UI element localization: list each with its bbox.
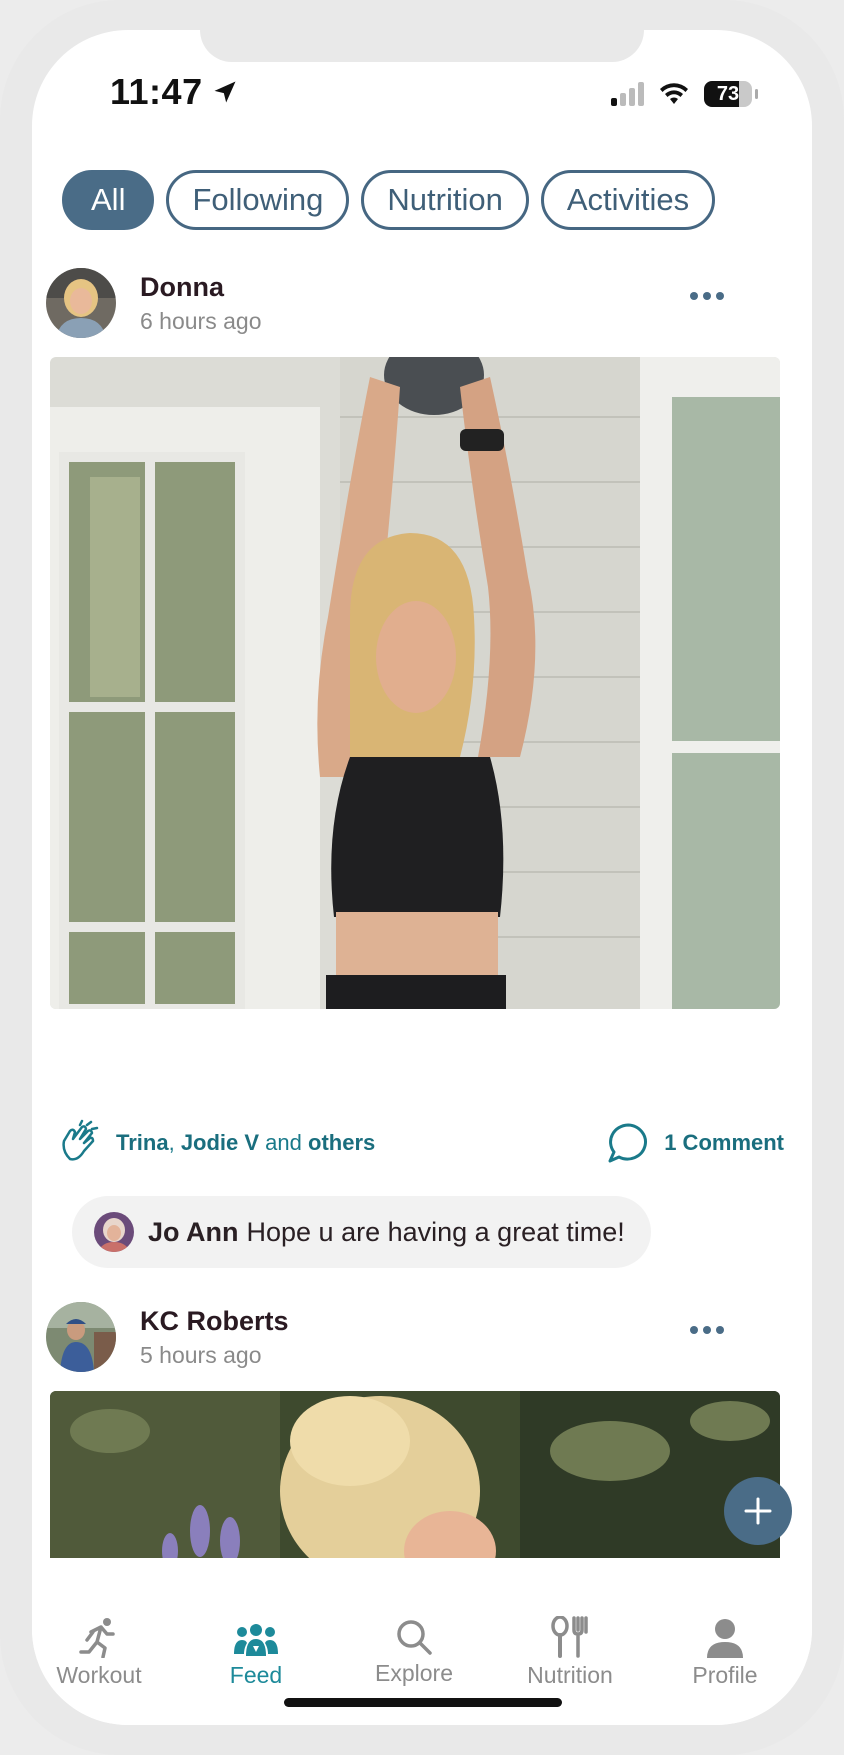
comment-preview[interactable]: Jo Ann Hope u are having a great time! — [72, 1196, 651, 1268]
post-header: Donna 6 hours ago — [46, 268, 806, 344]
tab-label: Feed — [229, 1662, 283, 1688]
filter-chip-following[interactable]: Following — [166, 170, 350, 230]
comment-icon — [608, 1123, 648, 1163]
comment-count-label: 1 Comment — [664, 1130, 784, 1155]
add-post-button[interactable] — [724, 1477, 792, 1545]
avatar[interactable] — [46, 268, 116, 338]
tab-label: Workout — [56, 1662, 142, 1688]
status-time: 11:47 — [110, 70, 239, 114]
wifi-icon — [660, 83, 688, 104]
post-timestamp: 5 hours ago — [140, 1342, 262, 1368]
post-photo[interactable] — [50, 357, 780, 1009]
tab-label: Explore — [375, 1660, 453, 1686]
group-icon — [234, 1624, 278, 1656]
comment-count-button[interactable]: 1 Comment — [606, 1118, 784, 1168]
person-icon — [707, 1619, 743, 1658]
reaction-separator: , — [168, 1130, 181, 1155]
reaction-and: and — [259, 1130, 308, 1155]
more-options-icon[interactable] — [690, 292, 724, 300]
post-photo[interactable] — [50, 1391, 780, 1571]
feed-filter-chips: All Following Nutrition Activities — [62, 170, 716, 230]
reaction-user-2[interactable]: Jodie V — [181, 1130, 259, 1156]
post-author[interactable]: Donna — [140, 272, 224, 303]
plus-icon — [744, 1497, 772, 1525]
running-icon — [79, 1618, 115, 1658]
battery-icon: 73 — [704, 81, 758, 107]
comment-author[interactable]: Jo Ann — [148, 1217, 239, 1248]
more-options-icon[interactable] — [690, 1326, 724, 1334]
comment-text: Hope u are having a great time! — [246, 1216, 625, 1247]
reaction-others-link[interactable]: others — [308, 1130, 375, 1156]
avatar[interactable] — [46, 1302, 116, 1372]
tab-nutrition[interactable]: Nutrition — [500, 1614, 640, 1689]
clapping-hands-icon[interactable] — [56, 1119, 104, 1167]
status-time-text: 11:47 — [110, 71, 203, 112]
home-indicator — [284, 1698, 562, 1707]
tab-label: Profile — [692, 1662, 758, 1688]
avatar — [94, 1212, 134, 1252]
filter-chip-all[interactable]: All — [62, 170, 155, 230]
tab-profile[interactable]: Profile — [655, 1614, 795, 1689]
tab-workout[interactable]: Workout — [32, 1614, 169, 1689]
tab-label: Nutrition — [527, 1662, 613, 1688]
status-icons: 73 — [611, 74, 758, 114]
search-icon — [397, 1620, 432, 1655]
notch — [200, 30, 644, 62]
post-author[interactable]: KC Roberts — [140, 1306, 289, 1337]
app-screen: 11:47 73 All Following Nutrition Activit… — [32, 30, 812, 1725]
filter-chip-nutrition[interactable]: Nutrition — [361, 170, 529, 230]
filter-chip-activities[interactable]: Activities — [540, 170, 716, 230]
location-arrow-icon — [214, 81, 236, 103]
battery-level: 73 — [716, 82, 740, 105]
fork-knife-icon — [551, 1616, 588, 1658]
post-timestamp: 6 hours ago — [140, 308, 262, 334]
device-frame: 11:47 73 All Following Nutrition Activit… — [0, 0, 844, 1755]
tab-feed[interactable]: Feed — [186, 1614, 326, 1689]
cellular-signal-icon — [611, 82, 644, 106]
post-header: KC Roberts 5 hours ago — [46, 1302, 806, 1378]
reaction-user-1[interactable]: Trina — [116, 1130, 169, 1156]
tab-explore[interactable]: Explore — [344, 1612, 484, 1687]
